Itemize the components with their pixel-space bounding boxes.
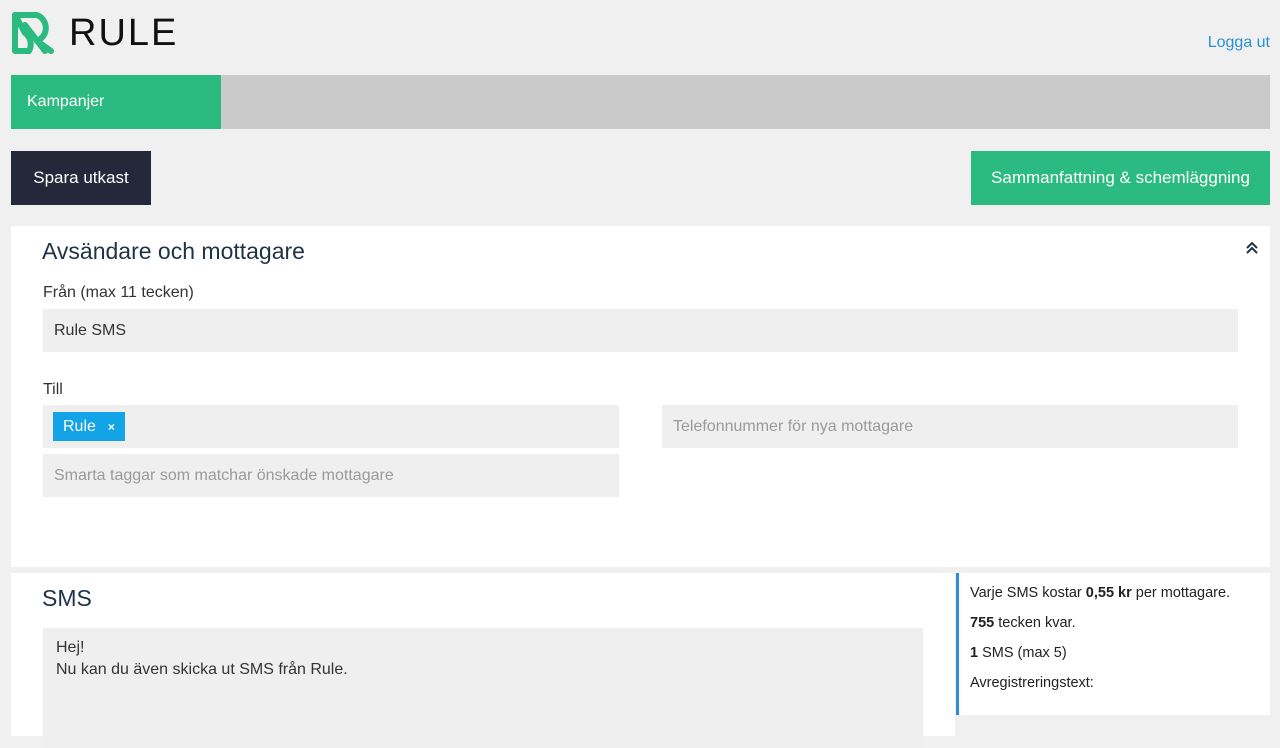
cost-suffix: per mottagare.	[1131, 585, 1231, 601]
recipient-tags-input[interactable]: Rule ×	[43, 405, 619, 448]
tag-label: Rule	[63, 417, 96, 435]
main-nav: Kampanjer	[11, 75, 1270, 129]
save-draft-button[interactable]: Spara utkast	[11, 151, 151, 205]
sender-recipient-panel: Avsändare och mottagare Från (max 11 tec…	[11, 226, 1270, 567]
logo-text: RULE	[69, 12, 179, 54]
recipient-tag: Rule ×	[53, 412, 125, 441]
unsubscribe-label: Avregistreringstext:	[970, 675, 1094, 691]
logout-link[interactable]: Logga ut	[1208, 34, 1270, 52]
sms-title: SMS	[42, 585, 92, 611]
collapse-chevron-icon[interactable]	[1242, 238, 1262, 258]
logo[interactable]: RULE	[11, 11, 178, 55]
from-input[interactable]: Rule SMS	[43, 309, 1238, 352]
sms-count-info: 1 SMS (max 5)	[970, 643, 1270, 673]
tab-kampanjer[interactable]: Kampanjer	[11, 75, 221, 129]
cost-value: 0,55 kr	[1085, 585, 1132, 601]
sms-info-box: Varje SMS kostar 0,55 kr per mottagare. …	[956, 573, 1270, 715]
smart-tags-input[interactable]: Smarta taggar som matchar önskade mottag…	[43, 454, 619, 497]
cost-info: Varje SMS kostar 0,55 kr per mottagare.	[970, 583, 1270, 613]
sms-message-textarea[interactable]: Hej! Nu kan du även skicka ut SMS från R…	[43, 628, 923, 748]
summary-schedule-button[interactable]: Sammanfattning & schemläggning	[971, 151, 1270, 205]
phone-number-input[interactable]: Telefonnummer för nya mottagare	[662, 405, 1238, 448]
sms-panel: SMS Hej! Nu kan du även skicka ut SMS fr…	[11, 573, 955, 748]
cost-prefix: Varje SMS kostar	[970, 585, 1086, 601]
remove-tag-icon[interactable]: ×	[108, 420, 115, 434]
chars-left-value: 755	[970, 615, 995, 631]
rule-logo-icon	[12, 12, 54, 54]
header: RULE Logga ut	[0, 0, 1280, 75]
chars-left-suffix: tecken kvar.	[994, 615, 1076, 631]
from-label: Från (max 11 tecken)	[43, 284, 194, 301]
sms-count-suffix: SMS (max 5)	[978, 645, 1067, 661]
chars-left-info: 755 tecken kvar.	[970, 613, 1270, 643]
panel-title: Avsändare och mottagare	[42, 238, 305, 264]
to-label: Till	[43, 381, 63, 398]
sms-count-value: 1	[970, 645, 979, 661]
